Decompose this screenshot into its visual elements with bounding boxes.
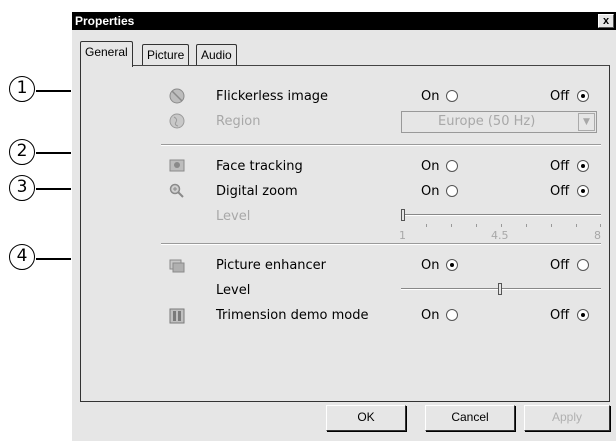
slider-thumb[interactable]: [498, 283, 502, 295]
tick: [426, 224, 427, 227]
properties-dialog: Properties x General Picture Audio Flick…: [71, 12, 616, 441]
callout-number: 3: [9, 175, 35, 201]
chevron-down-icon[interactable]: ▼: [578, 113, 595, 131]
trimension-on-radio[interactable]: [446, 309, 458, 321]
tick: [551, 224, 552, 227]
zoom-level-label: Level: [216, 209, 251, 224]
picture-enhancer-on-radio[interactable]: [446, 259, 458, 271]
trimension-off-radio[interactable]: [577, 309, 589, 321]
flickerless-off-label: Off: [550, 89, 570, 104]
flickerless-off-radio[interactable]: [577, 90, 589, 102]
window-title: Properties: [75, 14, 135, 28]
flickerless-on-radio[interactable]: [446, 90, 458, 102]
trimension-on-label: On: [421, 308, 440, 323]
region-label: Region: [216, 114, 261, 129]
callout-number: 4: [9, 244, 35, 270]
digital-zoom-off-label: Off: [550, 184, 570, 199]
flickerless-on-label: On: [421, 89, 440, 104]
face-tracking-off-radio[interactable]: [577, 160, 589, 172]
zoom-icon: [169, 183, 184, 198]
callout-number: 1: [9, 76, 35, 102]
apply-button[interactable]: Apply: [524, 405, 610, 431]
face-tracking-icon: [169, 159, 185, 172]
flicker-icon: [169, 88, 185, 104]
flickerless-label: Flickerless image: [216, 89, 329, 104]
enhancer-level-label: Level: [216, 283, 251, 298]
digital-zoom-on-radio[interactable]: [446, 185, 458, 197]
tab-audio[interactable]: Audio: [196, 44, 237, 66]
ok-button[interactable]: OK: [326, 405, 406, 431]
tab-general[interactable]: General: [80, 41, 133, 67]
zoom-level-min: 1: [399, 229, 406, 242]
digital-zoom-off-radio[interactable]: [577, 185, 589, 197]
trimension-off-label: Off: [550, 308, 570, 323]
tick: [526, 224, 527, 227]
face-tracking-off-label: Off: [550, 159, 570, 174]
face-tracking-on-radio[interactable]: [446, 160, 458, 172]
general-panel: Flickerless image On Off Region Europe (…: [80, 65, 610, 402]
region-selected-value: Europe (50 Hz): [438, 114, 536, 129]
picture-enhancer-off-radio[interactable]: [577, 259, 589, 271]
callout-number: 2: [9, 139, 35, 165]
tick: [451, 224, 452, 227]
tick: [476, 224, 477, 227]
trimension-label: Trimension demo mode: [216, 308, 369, 323]
trimension-icon: [169, 308, 185, 324]
slider-track: [401, 214, 601, 216]
enhancer-icon: [169, 259, 185, 273]
divider: [161, 243, 601, 245]
face-tracking-label: Face tracking: [216, 159, 303, 174]
picture-enhancer-on-label: On: [421, 258, 440, 273]
tick: [600, 224, 601, 227]
tick: [501, 224, 502, 227]
region-select[interactable]: Europe (50 Hz) ▼: [401, 111, 597, 133]
slider-thumb[interactable]: [401, 209, 405, 221]
digital-zoom-on-label: On: [421, 184, 440, 199]
tab-picture[interactable]: Picture: [142, 44, 190, 66]
zoom-level-mid: 4.5: [491, 229, 509, 242]
globe-icon: [169, 113, 185, 129]
divider: [161, 144, 601, 146]
digital-zoom-label: Digital zoom: [216, 184, 298, 199]
cancel-button[interactable]: Cancel: [425, 405, 515, 431]
tick: [576, 224, 577, 227]
close-button[interactable]: x: [598, 14, 614, 28]
zoom-level-max: 8: [594, 229, 601, 242]
face-tracking-on-label: On: [421, 159, 440, 174]
title-bar: Properties x: [72, 12, 616, 30]
picture-enhancer-label: Picture enhancer: [216, 258, 327, 273]
picture-enhancer-off-label: Off: [550, 258, 570, 273]
